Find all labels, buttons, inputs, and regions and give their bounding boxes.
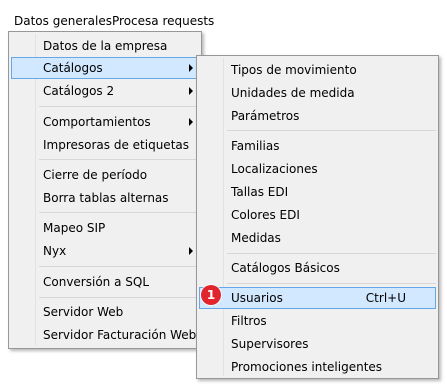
shortcut-label: Ctrl+U (365, 291, 406, 305)
menu-item-label: Tallas EDI (231, 185, 289, 199)
menu-item-familias[interactable]: Familias (199, 135, 436, 157)
menu-item-label: Unidades de medida (231, 86, 355, 100)
submenu-arrow-icon (189, 64, 193, 72)
menu-separator (39, 106, 199, 107)
datos-generales-menu: Datos de la empresa Catálogos Catálogos … (8, 31, 202, 349)
menu-item-label: Comportamientos (43, 115, 151, 129)
screen: Datos generales Procesa requests Datos d… (0, 0, 447, 388)
menu-item-tallas-edi[interactable]: Tallas EDI (199, 181, 436, 203)
menu-item-datos-de-la-empresa[interactable]: Datos de la empresa (11, 35, 199, 57)
menubar-datos-generales[interactable]: Datos generales (9, 10, 117, 32)
menu-item-label: Promociones inteligentes (231, 360, 383, 374)
submenu-arrow-icon (189, 87, 193, 95)
menu-item-label: Medidas (231, 231, 281, 245)
menu-item-servidor-facturacion-web[interactable]: Servidor Facturación Web (11, 324, 199, 346)
menu-item-comportamientos[interactable]: Comportamientos (11, 111, 199, 133)
menu-item-label: Localizaciones (231, 162, 318, 176)
menu-item-parametros[interactable]: Parámetros (199, 105, 436, 127)
menu-item-nyx[interactable]: Nyx (11, 240, 199, 262)
menu-item-borra-tablas-alternas[interactable]: Borra tablas alternas (11, 187, 199, 209)
menu-item-label: Servidor Web (43, 305, 124, 319)
menu-item-label: Filtros (231, 314, 267, 328)
menu-item-promociones-inteligentes[interactable]: Promociones inteligentes (199, 356, 436, 378)
menu-item-label: Catálogos (43, 61, 103, 75)
menu-item-localizaciones[interactable]: Localizaciones (199, 158, 436, 180)
menu-item-label: Colores EDI (231, 208, 300, 222)
menu-separator (39, 266, 199, 267)
menu-item-unidades-de-medida[interactable]: Unidades de medida (199, 82, 436, 104)
menu-item-label: Usuarios (231, 291, 283, 305)
menu-item-catalogos[interactable]: Catálogos (11, 57, 199, 79)
menu-separator (39, 297, 199, 298)
menu-item-label: Nyx (43, 244, 67, 258)
menu-item-label: Parámetros (231, 109, 300, 123)
menu-separator (227, 283, 436, 284)
menu-item-label: Datos de la empresa (43, 39, 168, 53)
menu-item-label: Impresoras de etiquetas (43, 138, 189, 152)
menu-separator (39, 212, 199, 213)
menu-item-supervisores[interactable]: Supervisores (199, 333, 436, 355)
menu-item-tipos-de-movimiento[interactable]: Tipos de movimiento (199, 59, 436, 81)
menu-item-mapeo-sip[interactable]: Mapeo SIP (11, 217, 199, 239)
callout-badge: 1 (201, 285, 221, 305)
menu-item-label: Familias (231, 139, 280, 153)
submenu-arrow-icon (189, 247, 193, 255)
menu-item-colores-edi[interactable]: Colores EDI (199, 204, 436, 226)
catalogos-submenu: Tipos de movimiento Unidades de medida P… (196, 55, 439, 379)
submenu-arrow-icon (189, 118, 193, 126)
menu-item-label: Catálogos 2 (43, 84, 115, 98)
menu-item-label: Catálogos Básicos (231, 261, 340, 275)
menu-item-impresoras-de-etiquetas[interactable]: Impresoras de etiquetas (11, 134, 199, 156)
menu-item-usuarios[interactable]: Usuarios Ctrl+U (199, 287, 436, 309)
menu-item-catalogos-2[interactable]: Catálogos 2 (11, 80, 199, 102)
menu-item-conversion-a-sql[interactable]: Conversión a SQL (11, 271, 199, 293)
menu-item-label: Mapeo SIP (43, 221, 106, 235)
menu-item-label: Supervisores (231, 337, 309, 351)
menu-item-medidas[interactable]: Medidas (199, 227, 436, 249)
menubar-procesa-requests[interactable]: Procesa requests (107, 10, 219, 32)
menu-separator (227, 253, 436, 254)
menu-separator (227, 130, 436, 131)
menu-separator (39, 159, 199, 160)
menu-item-label: Tipos de movimiento (231, 63, 357, 77)
menu-item-cierre-de-periodo[interactable]: Cierre de período (11, 164, 199, 186)
menu-item-label: Cierre de período (43, 168, 148, 182)
menu-item-label: Borra tablas alternas (43, 191, 169, 205)
menu-item-servidor-web[interactable]: Servidor Web (11, 301, 199, 323)
menu-item-catalogos-basicos[interactable]: Catálogos Básicos (199, 257, 436, 279)
menu-item-filtros[interactable]: Filtros (199, 310, 436, 332)
menu-item-label: Servidor Facturación Web (43, 328, 197, 342)
menu-item-label: Conversión a SQL (43, 275, 150, 289)
